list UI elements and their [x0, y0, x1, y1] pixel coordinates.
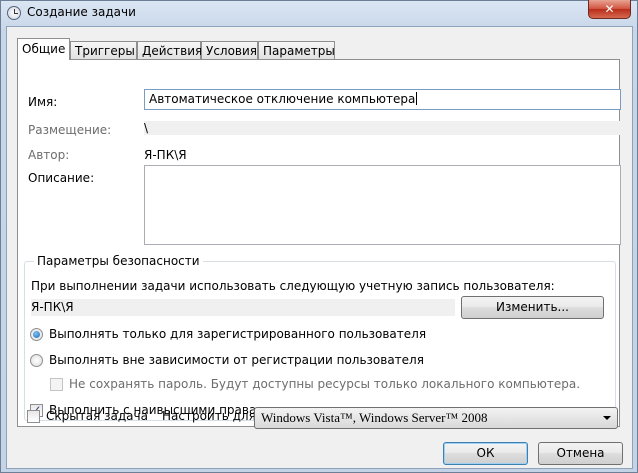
- general-tab-panel: Имя: Автоматическое отключение компьютер…: [17, 59, 621, 427]
- description-textarea[interactable]: [144, 165, 621, 245]
- configure-for-label: Настроить для:: [162, 409, 260, 423]
- clock-icon: [7, 6, 21, 20]
- title-bar[interactable]: Создание задачи ✕: [1, 0, 637, 27]
- close-button[interactable]: ✕: [588, 0, 631, 19]
- location-value: \: [144, 121, 621, 135]
- close-icon: ✕: [604, 2, 615, 16]
- do-not-store-password-label: Не сохранять пароль. Будут доступны ресу…: [69, 377, 581, 391]
- run-logged-on-radio[interactable]: [30, 328, 43, 341]
- window-title: Создание задачи: [27, 5, 136, 19]
- run-logged-on-label[interactable]: Выполнять только для зарегистрированного…: [49, 327, 426, 341]
- change-user-button[interactable]: Изменить...: [461, 296, 604, 319]
- tab-conditions[interactable]: Условия: [201, 41, 258, 60]
- security-options-group: Параметры безопасности При выполнении за…: [24, 254, 616, 421]
- configure-for-value: Windows Vista™, Windows Server™ 2008: [261, 410, 488, 425]
- chevron-down-icon: [603, 416, 611, 420]
- description-label: Описание:: [28, 171, 95, 185]
- account-field: Я-ПК\Я: [31, 299, 455, 316]
- account-value: Я-ПК\Я: [31, 300, 74, 314]
- tab-settings[interactable]: Параметры: [258, 41, 335, 60]
- text-caret: [416, 92, 418, 105]
- do-not-store-password-checkbox[interactable]: [50, 378, 63, 391]
- author-value: Я-ПК\Я: [144, 148, 187, 162]
- name-input-value: Автоматическое отключение компьютера: [149, 92, 416, 106]
- hidden-task-checkbox[interactable]: [27, 410, 40, 423]
- location-value-text: \: [144, 121, 149, 135]
- dialog-content: Общие Триггеры Действия Условия Параметр…: [6, 26, 633, 469]
- tab-actions[interactable]: Действия: [137, 41, 202, 60]
- security-options-title: Параметры безопасности: [34, 254, 203, 268]
- location-label: Размещение:: [28, 123, 112, 137]
- cancel-button[interactable]: Отмена: [538, 442, 623, 465]
- ok-button[interactable]: ОК: [443, 442, 528, 465]
- account-prompt: При выполнении задачи использовать следу…: [31, 279, 555, 293]
- hidden-task-label[interactable]: Скрытая задача: [46, 409, 148, 423]
- run-any-user-label[interactable]: Выполнять вне зависимости от регистрации…: [49, 353, 424, 367]
- tab-triggers[interactable]: Триггеры: [70, 41, 137, 60]
- name-input[interactable]: Автоматическое отключение компьютера: [144, 89, 621, 110]
- author-label: Автор:: [28, 148, 70, 162]
- create-task-window: Создание задачи ✕ Общие Триггеры Действи…: [0, 0, 638, 473]
- tab-general[interactable]: Общие: [17, 38, 70, 60]
- configure-for-select[interactable]: Windows Vista™, Windows Server™ 2008: [254, 407, 618, 429]
- run-any-user-radio[interactable]: [30, 354, 43, 367]
- name-label: Имя:: [28, 95, 58, 109]
